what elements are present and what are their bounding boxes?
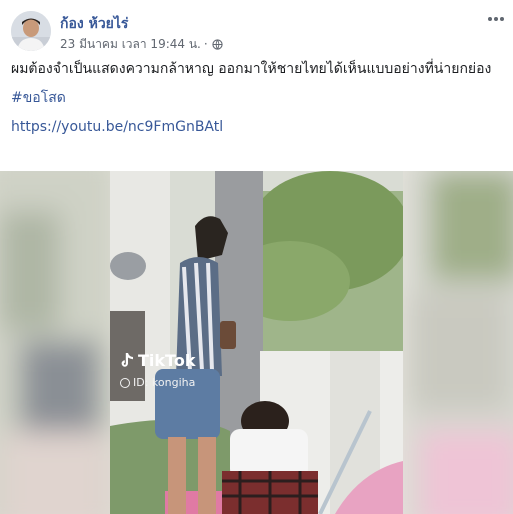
tiktok-brand-text: TikTok xyxy=(138,351,196,370)
user-id-icon xyxy=(120,377,130,388)
more-options-icon[interactable] xyxy=(488,12,504,26)
post-header: ก้อง ห้วยไร่ 23 มีนาคม เวลา 19:44 น. · xyxy=(0,0,513,60)
globe-icon[interactable] xyxy=(212,38,223,50)
video-attachment[interactable]: TikTok ID: kongiha xyxy=(0,171,513,514)
author-name[interactable]: ก้อง ห้วยไร่ xyxy=(60,13,128,35)
tiktok-note-icon xyxy=(121,353,133,367)
tiktok-user-id: ID: kongiha xyxy=(120,376,195,389)
tiktok-watermark: TikTok xyxy=(120,351,195,370)
post-meta: 23 มีนาคม เวลา 19:44 น. · xyxy=(60,36,223,52)
post-text: ผมต้องจำเป็นแสดงความกล้าหาญ ออกมาให้ชายไ… xyxy=(11,61,492,77)
author-avatar[interactable] xyxy=(11,11,51,51)
meta-separator: · xyxy=(203,37,208,51)
post-body: ผมต้องจำเป็นแสดงความกล้าหาญ ออกมาให้ชายไ… xyxy=(11,58,501,138)
tiktok-id-text: ID: kongiha xyxy=(133,376,196,389)
avatar-image xyxy=(11,11,51,51)
post-timestamp[interactable]: 23 มีนาคม เวลา 19:44 น. xyxy=(60,35,201,54)
hashtag-link[interactable]: #ขอโสด xyxy=(11,87,501,109)
video-frame xyxy=(110,171,403,514)
youtube-link[interactable]: https://youtu.be/nc9FmGnBAtl xyxy=(11,116,501,138)
